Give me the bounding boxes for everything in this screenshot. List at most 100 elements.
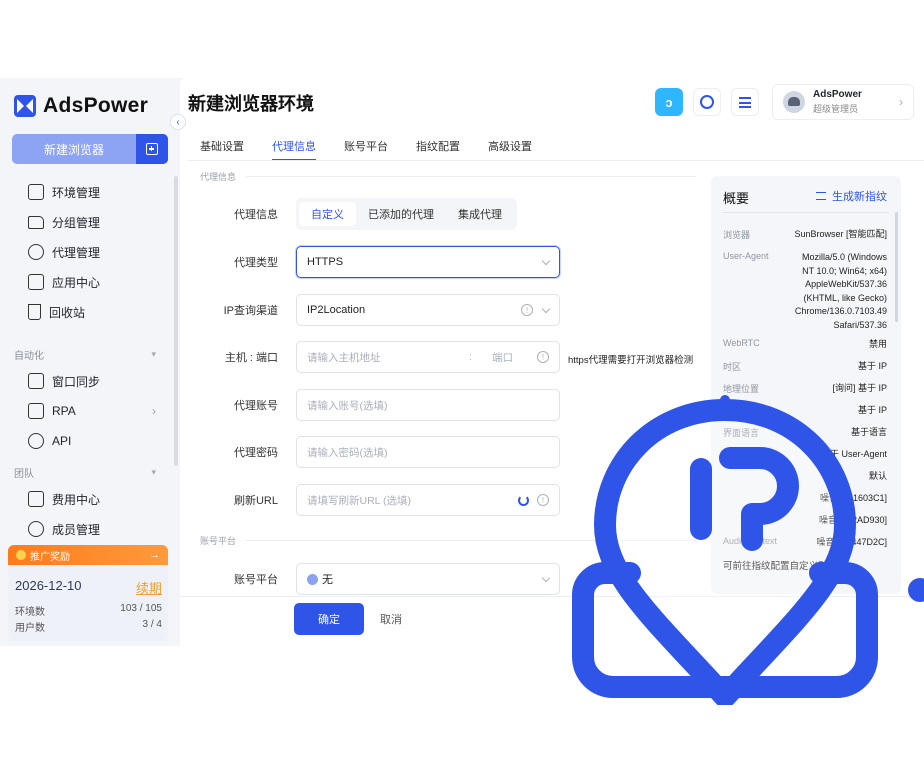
- overview-row: WebRTC 禁用: [723, 338, 887, 352]
- promo-card[interactable]: 推广奖励 → 2026-12-10 续期 环境数 103 / 105 用户数 3 / …: [8, 545, 168, 641]
- sidebar-item-label: 费用中心: [52, 492, 101, 507]
- nav-team: 团队 ▾ 费用中心 成员管理: [0, 460, 178, 544]
- proxy-info-label: 代理信息: [234, 209, 278, 221]
- proxy-mode-integrated[interactable]: 集成代理: [446, 202, 514, 226]
- avatar: [783, 91, 805, 113]
- task-list-icon[interactable]: [731, 88, 759, 116]
- overview-row: User-Agent Mozilla/5.0 (Windows NT 10.0; …: [723, 251, 887, 332]
- proxy-mode-saved[interactable]: 已添加的代理: [356, 202, 446, 226]
- sidebar-item-label: 成员管理: [52, 522, 101, 537]
- env-count-value: 103 / 105: [120, 603, 162, 614]
- info-icon[interactable]: !: [537, 351, 549, 363]
- expiry-date: 2026-12-10: [15, 578, 82, 593]
- logo: AdsPower: [14, 94, 148, 118]
- env-count-row: 环境数 103 / 105: [15, 603, 162, 618]
- renew-link[interactable]: 续期: [136, 578, 162, 597]
- overview-value: 禁用: [868, 339, 887, 349]
- refresh-icon[interactable]: [518, 494, 529, 506]
- billing-icon: [28, 491, 44, 507]
- coin-icon: [16, 550, 26, 560]
- account-placeholder: 请输入账号(选填): [307, 399, 388, 412]
- sidebar-item-label: 应用中心: [52, 275, 101, 290]
- sidebar-item-sync[interactable]: 窗口同步: [0, 366, 178, 396]
- overview-row: 时区 基于 IP: [723, 360, 887, 374]
- host-port-input[interactable]: 请输入主机地址 : 端口 !: [296, 341, 560, 373]
- new-browser-label: 新建浏览器: [43, 142, 104, 157]
- batch-add-button[interactable]: [136, 134, 168, 164]
- confirm-button[interactable]: 确定: [294, 603, 364, 635]
- tab-proxy[interactable]: 代理信息: [272, 132, 316, 161]
- host-input-placeholder: 请输入主机地址: [307, 351, 381, 364]
- platform-select[interactable]: 无: [296, 563, 560, 595]
- section-automation[interactable]: 自动化 ▾: [0, 342, 178, 366]
- arrow-right-icon: →: [149, 549, 160, 561]
- sunbrowser-icon[interactable]: ɔ: [655, 88, 683, 116]
- ip-channel-select[interactable]: IP2Location !: [296, 294, 560, 326]
- sidebar-item-env[interactable]: 环境管理: [0, 177, 178, 207]
- globe-icon: [307, 573, 318, 585]
- chevron-down-icon: [541, 304, 551, 313]
- tab-fingerprint[interactable]: 指纹配置: [416, 132, 460, 160]
- overview-key: WebRTC: [723, 338, 760, 348]
- tab-bar: 基础设置 代理信息 账号平台 指纹配置 高级设置: [200, 132, 560, 161]
- ip-channel-row: IP查询渠道 IP2Location !: [200, 294, 700, 326]
- platform-value: 无: [322, 574, 333, 586]
- sidebar-item-proxy[interactable]: 代理管理: [0, 237, 178, 267]
- cancel-button[interactable]: 取消: [380, 603, 402, 635]
- proxy-type-label: 代理类型: [234, 257, 278, 269]
- sidebar-item-group[interactable]: 分组管理: [0, 207, 178, 237]
- overview-value: SunBrowser [智能匹配]: [794, 229, 887, 239]
- group-divider: [246, 176, 696, 177]
- sidebar-item-rpa[interactable]: RPA ›: [0, 396, 178, 426]
- generate-fingerprint-button[interactable]: 生成新指纹: [816, 188, 887, 204]
- nav-main: 环境管理 分组管理 代理管理 应用中心 回收站: [0, 177, 178, 327]
- overview-key: 地理位置: [723, 384, 760, 394]
- promo-header[interactable]: 推广奖励 →: [8, 545, 168, 565]
- tab-basic[interactable]: 基础设置: [200, 132, 244, 160]
- shuffle-icon: [816, 192, 826, 200]
- puzzle-icon: [28, 274, 44, 290]
- refresh-url-input[interactable]: 请填写刷新URL (选填) !: [296, 484, 560, 516]
- group-proxy-label: 代理信息: [200, 172, 237, 182]
- proxy-account-input[interactable]: 请输入账号(选填): [296, 389, 560, 421]
- plus-icon: [146, 143, 158, 155]
- user-menu[interactable]: AdsPower 超级管理员 ›: [772, 84, 914, 120]
- sidebar-item-label: 代理管理: [52, 245, 101, 260]
- ip-location-download-icon: [572, 395, 878, 705]
- collapse-sidebar-button[interactable]: ‹: [170, 114, 186, 130]
- page-title: 新建浏览器环境: [188, 94, 314, 114]
- sidebar-item-trash[interactable]: 回收站: [0, 297, 178, 327]
- sidebar-item-members[interactable]: 成员管理: [0, 514, 178, 544]
- user-count-row: 用户数 3 / 4: [15, 619, 162, 634]
- proxy-icon: [28, 244, 44, 260]
- https-hint: https代理需要打开浏览器检测: [568, 355, 694, 366]
- tab-account[interactable]: 账号平台: [344, 132, 388, 160]
- proxy-info-row: 代理信息 自定义 已添加的代理 集成代理: [200, 198, 700, 230]
- overview-divider: [723, 212, 889, 213]
- chevron-down-icon: ▾: [151, 466, 156, 477]
- notification-icon[interactable]: [693, 88, 721, 116]
- sidebar-item-api[interactable]: API: [0, 426, 178, 456]
- sidebar-item-label: API: [52, 434, 72, 448]
- proxy-password-input[interactable]: 请输入密码(选填): [296, 436, 560, 468]
- sidebar-item-label: RPA: [52, 404, 76, 418]
- overview-scrollbar[interactable]: [895, 212, 898, 322]
- proxy-mode-custom[interactable]: 自定义: [299, 202, 356, 226]
- user-count-value: 3 / 4: [142, 619, 162, 630]
- header-icons: ɔ: [655, 88, 769, 116]
- info-icon[interactable]: !: [521, 304, 533, 316]
- ip-channel-label: IP查询渠道: [223, 305, 278, 317]
- sidebar-scrollbar[interactable]: [174, 176, 178, 466]
- brand-name: AdsPower: [43, 94, 149, 117]
- section-team[interactable]: 团队 ▾: [0, 460, 178, 484]
- sidebar-item-billing[interactable]: 费用中心: [0, 484, 178, 514]
- env-count-label: 环境数: [15, 607, 45, 618]
- host-label: 主机 : 端口: [224, 352, 278, 364]
- tab-advanced[interactable]: 高级设置: [488, 132, 532, 160]
- chevron-left-icon: ‹: [176, 116, 180, 128]
- sidebar-item-apps[interactable]: 应用中心: [0, 267, 178, 297]
- new-browser-button[interactable]: 新建浏览器: [12, 134, 168, 164]
- refresh-url-placeholder: 请填写刷新URL (选填): [307, 494, 412, 507]
- proxy-type-select[interactable]: HTTPS: [296, 246, 560, 278]
- info-icon[interactable]: !: [537, 494, 549, 506]
